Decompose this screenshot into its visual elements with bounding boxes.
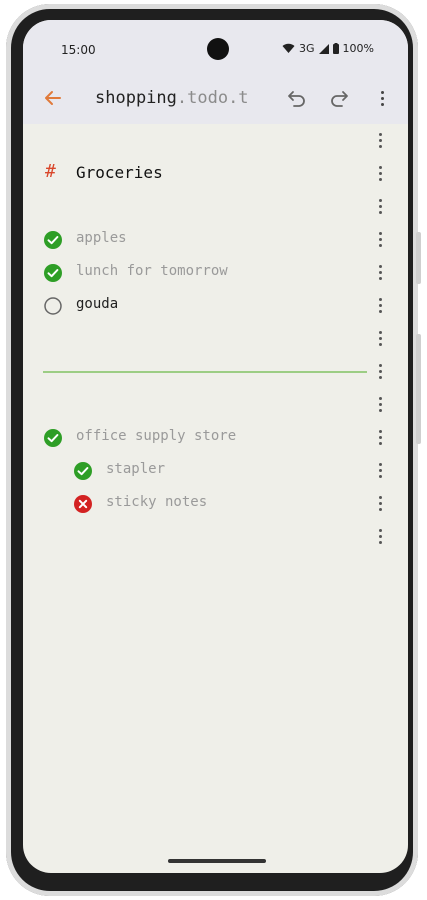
subtask-label: sticky notes [106,494,208,510]
file-name: shopping [95,88,177,108]
status-icons: 3G 100% [282,42,374,55]
checked-circle-icon[interactable] [74,462,92,480]
task-row[interactable]: gouda [23,289,408,322]
row-menu-icon[interactable] [376,331,384,347]
file-title: shopping.todo.t [95,88,249,108]
redo-icon[interactable] [329,88,351,110]
back-arrow-icon[interactable] [43,88,63,108]
gesture-navigation-bar[interactable] [168,859,266,863]
row-menu-icon[interactable] [376,430,384,446]
task-row[interactable]: lunch for tomorrow [23,256,408,289]
row-menu-icon[interactable] [376,364,384,380]
screen: 15:00 3G 100% shopping.todo.t # Grocerie… [23,20,408,873]
cancelled-circle-icon[interactable] [74,495,92,513]
volume-button [416,232,421,284]
heading-marker: # [45,161,56,182]
subtask-row[interactable]: sticky notes [23,487,408,520]
separator-line [43,371,367,373]
battery-label: 100% [342,42,374,55]
status-bar: 15:00 3G 100% [23,20,408,76]
heading-row[interactable]: # Groceries [23,157,408,190]
row-menu-icon[interactable] [376,265,384,281]
checked-circle-icon[interactable] [44,231,62,249]
checked-circle-icon[interactable] [44,429,62,447]
overflow-menu-icon[interactable] [378,88,386,113]
signal-icon [318,43,329,54]
subtask-row[interactable]: stapler [23,454,408,487]
task-label: lunch for tomorrow [76,263,228,279]
file-extension: .todo.t [176,88,249,108]
camera-cutout [207,38,229,60]
row-menu-icon[interactable] [376,133,384,149]
separator-row[interactable] [23,355,408,388]
row-menu-icon[interactable] [376,496,384,512]
task-row[interactable]: apples [23,223,408,256]
undo-icon[interactable] [285,88,307,110]
row-menu-icon[interactable] [376,397,384,413]
subtask-label: stapler [106,461,166,477]
blank-line[interactable] [23,190,408,223]
task-label: gouda [76,296,119,312]
status-time: 15:00 [61,43,96,57]
blank-line[interactable] [23,388,408,421]
task-label: apples [76,230,127,246]
power-button [416,334,421,444]
blank-line[interactable] [23,322,408,355]
wifi-icon [282,43,295,53]
row-menu-icon[interactable] [376,166,384,182]
empty-circle-icon[interactable] [44,297,62,315]
heading-text: Groceries [76,163,163,182]
row-menu-icon[interactable] [376,199,384,215]
row-menu-icon[interactable] [376,529,384,545]
checked-circle-icon[interactable] [44,264,62,282]
blank-line[interactable] [23,520,408,553]
network-label: 3G [299,42,315,55]
app-bar: shopping.todo.t [23,76,408,124]
row-menu-icon[interactable] [376,298,384,314]
task-label: office supply store [76,428,237,444]
blank-line[interactable] [23,124,408,157]
phone-frame: 15:00 3G 100% shopping.todo.t # Grocerie… [6,4,421,896]
task-row[interactable]: office supply store [23,421,408,454]
row-menu-icon[interactable] [376,232,384,248]
row-menu-icon[interactable] [376,463,384,479]
battery-icon [332,43,339,54]
